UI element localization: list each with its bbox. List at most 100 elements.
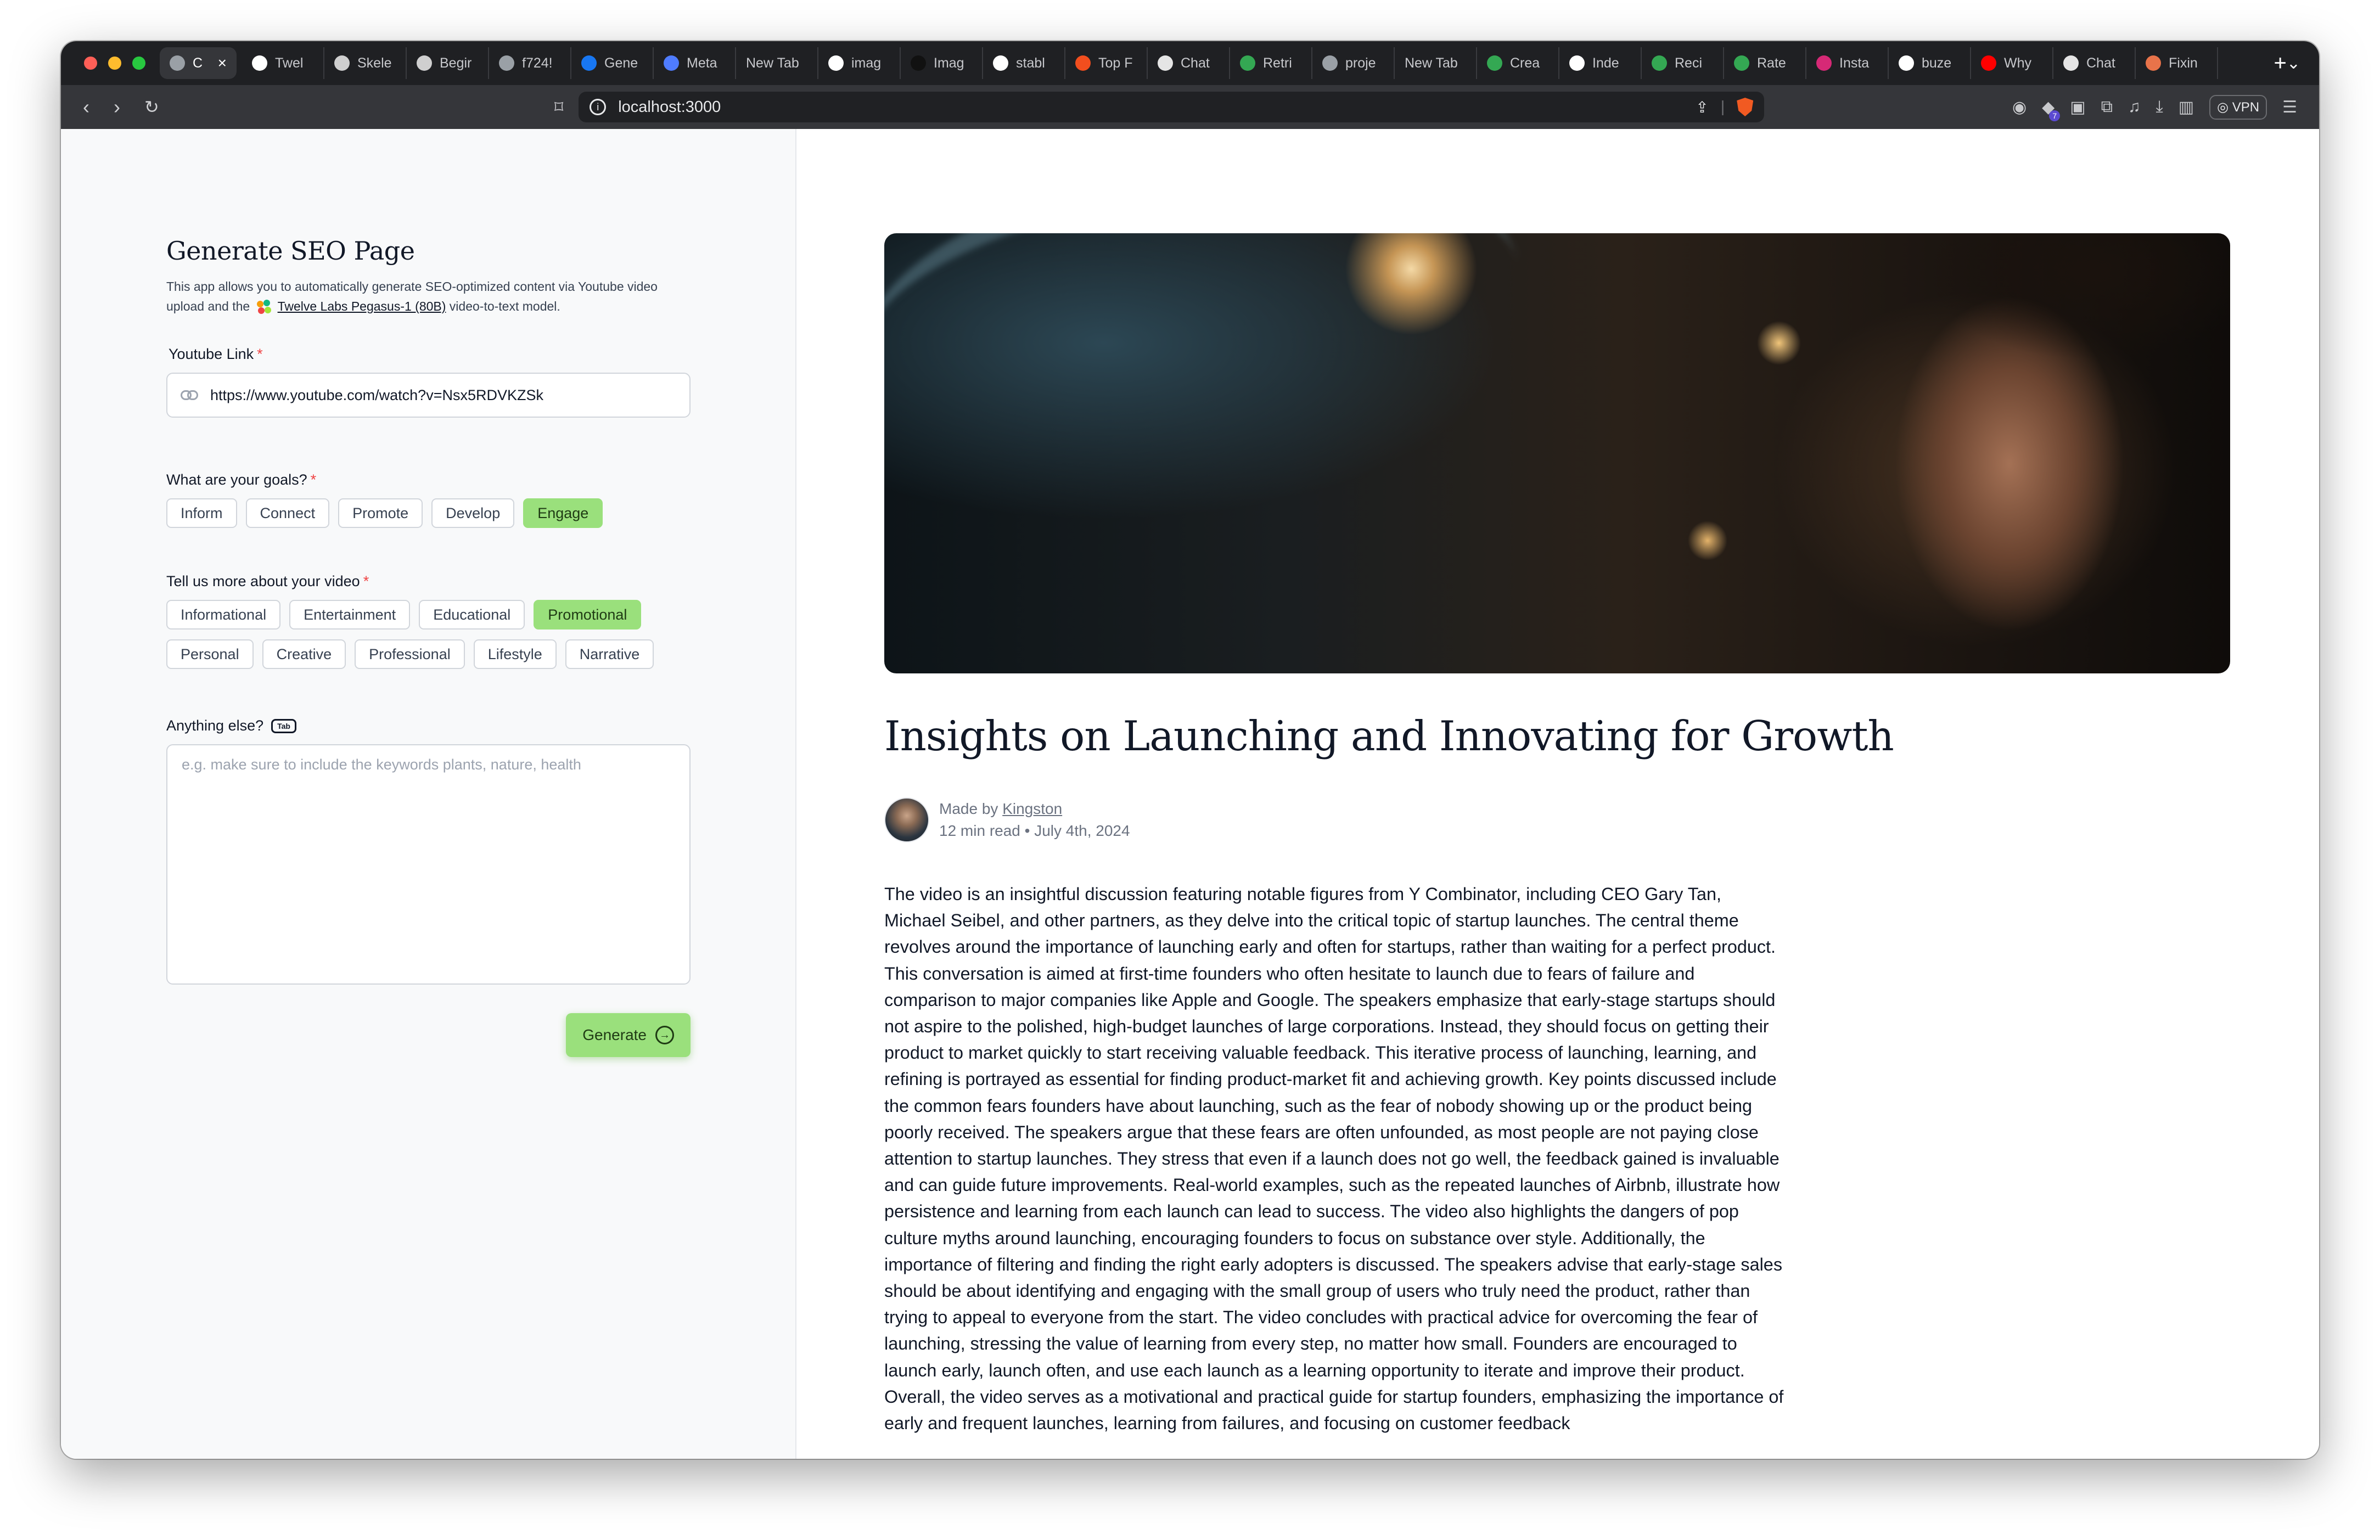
bookmark-icon[interactable]: ⌑ (554, 97, 563, 117)
generate-button[interactable]: Generate → (566, 1013, 691, 1057)
goal-chip[interactable]: Promote (338, 498, 423, 528)
site-info-icon[interactable]: i (590, 99, 607, 115)
goal-chip[interactable]: Inform (166, 498, 237, 528)
browser-tab[interactable]: stabl (983, 47, 1065, 79)
video-type-chip[interactable]: Personal (166, 639, 254, 669)
sidebar-toggle-icon[interactable]: ▥ (2179, 98, 2194, 117)
browser-tab[interactable]: Inde (1559, 47, 1642, 79)
textarea-placeholder: e.g. make sure to include the keywords p… (182, 756, 581, 773)
media-music-icon[interactable]: ♫ (2128, 98, 2141, 116)
google-icon (993, 55, 1008, 71)
youtube-link-input[interactable]: https://www.youtube.com/watch?v=Nsx5RDVK… (166, 373, 691, 418)
extensions-puzzle-icon[interactable]: ⧉ (2101, 98, 2113, 116)
video-type-chip[interactable]: Educational (419, 600, 525, 630)
video-type-chip[interactable]: Creative (262, 639, 346, 669)
back-arrow-icon[interactable]: ‹ (83, 95, 89, 119)
tab-label: New Tab (746, 55, 799, 71)
browser-tab[interactable]: Retri (1230, 47, 1312, 79)
tab-label: Skele (357, 55, 392, 71)
browser-tab[interactable]: Skele (324, 47, 407, 79)
grammar-extension-icon[interactable]: ◉ (2012, 98, 2027, 117)
browser-tab[interactable]: imag (818, 47, 901, 79)
reload-icon[interactable]: ↻ (144, 97, 159, 117)
globe-icon (1322, 55, 1338, 71)
google-icon (1569, 55, 1585, 71)
description-text-after: video-to-text model. (449, 299, 560, 313)
tab-label: Why (2004, 55, 2031, 71)
sparkle-icon (2146, 55, 2161, 71)
article-panel: Insights on Launching and Innovating for… (796, 129, 2319, 1459)
seo-form: Generate SEO Page This app allows you to… (166, 236, 691, 1057)
anything-else-label-text: Anything else? (166, 717, 264, 734)
browser-tab[interactable]: Crea (1477, 47, 1559, 79)
minimize-window-button[interactable] (108, 57, 121, 70)
close-tab-icon[interactable]: × (218, 54, 227, 72)
browser-tab[interactable]: New Tab (736, 47, 818, 79)
video-type-chip[interactable]: Entertainment (289, 600, 411, 630)
goal-chip[interactable]: Develop (431, 498, 515, 528)
video-type-chip[interactable]: Promotional (534, 600, 642, 630)
browser-tab[interactable]: Chat (1148, 47, 1230, 79)
article-title: Insights on Launching and Innovating for… (884, 712, 1894, 760)
video-type-chip[interactable]: Informational (166, 600, 281, 630)
vpn-button[interactable]: ◎ VPN (2209, 94, 2267, 120)
browser-toolbar: ‹ › ↻ ⌑ i localhost:3000 ⇪ | ◉ ◆ 7 ▣ ⧉ ♫ … (61, 85, 2319, 129)
browser-tab[interactable]: f724! (489, 47, 571, 79)
brave-shield-icon[interactable] (1737, 98, 1754, 116)
video-type-chip[interactable]: Lifestyle (473, 639, 557, 669)
share-icon[interactable]: ⇪ (1696, 98, 1708, 116)
circle-icon (664, 55, 679, 71)
author-link[interactable]: Kingston (1002, 800, 1062, 817)
youtube-icon (1981, 55, 1996, 71)
form-description: This app allows you to automatically gen… (166, 277, 691, 316)
url-text: localhost:3000 (618, 98, 721, 116)
pegasus-link[interactable]: Twelve Labs Pegasus-1 (80B) (278, 299, 446, 313)
tab-label: Crea (1510, 55, 1540, 71)
goal-chip[interactable]: Engage (523, 498, 603, 528)
tab-label: Fixin (2169, 55, 2198, 71)
browser-tab[interactable]: buze (1889, 47, 1971, 79)
browser-tab[interactable]: Top F (1065, 47, 1148, 79)
browser-tab[interactable]: Begir (407, 47, 489, 79)
browser-tab[interactable]: Chat (2053, 47, 2136, 79)
browser-tab[interactable]: Reci (1642, 47, 1724, 79)
tab-label: Gene (604, 55, 638, 71)
browser-tab[interactable]: C × (160, 47, 237, 79)
maximize-window-button[interactable] (132, 57, 145, 70)
browser-tab[interactable]: Meta (654, 47, 736, 79)
browser-tab[interactable]: Fixin (2136, 47, 2218, 79)
globe-icon (170, 55, 185, 71)
browser-tab[interactable]: Gene (571, 47, 654, 79)
figma-icon (1075, 55, 1091, 71)
video-type-chip[interactable]: Narrative (565, 639, 654, 669)
ui-icon (334, 55, 350, 71)
video-type-chip[interactable]: Professional (355, 639, 465, 669)
browser-tab[interactable]: Rate (1724, 47, 1806, 79)
goals-label-text: What are your goals? (166, 471, 307, 488)
meta-icon (581, 55, 597, 71)
forward-arrow-icon[interactable]: › (114, 95, 120, 119)
extension-badge-count: 7 (2049, 110, 2061, 121)
browser-tab[interactable]: Twel (242, 47, 324, 79)
form-title: Generate SEO Page (166, 236, 415, 266)
window-controls (84, 57, 145, 70)
goal-chip[interactable]: Connect (245, 498, 330, 528)
youtube-link-label: Youtube Link * (169, 346, 691, 363)
anything-else-textarea[interactable]: e.g. make sure to include the keywords p… (166, 744, 691, 985)
menu-hamburger-icon[interactable]: ☰ (2282, 98, 2297, 117)
browser-tab[interactable]: New Tab (1395, 47, 1477, 79)
browser-window: C × Twel Skele Begir f724! Gene Meta New Tab imag… (61, 41, 2319, 1459)
browser-tab[interactable]: Why (1971, 47, 2053, 79)
new-tab-plus-icon[interactable]: + (2274, 51, 2287, 76)
extension-square-icon[interactable]: ▣ (2070, 98, 2085, 117)
extension-icons: ◉ ◆ 7 ▣ ⧉ ♫ ⤓ ▥ ◎ VPN ☰ (2012, 94, 2297, 121)
extension-badge-icon[interactable]: ◆ 7 (2042, 98, 2061, 121)
close-window-button[interactable] (84, 57, 97, 70)
downloads-icon[interactable]: ⤓ (2156, 98, 2163, 116)
address-bar[interactable]: i localhost:3000 ⇪ | (579, 92, 1765, 122)
tab-overflow-chevron-icon[interactable]: ⌄ (2287, 54, 2300, 73)
browser-tab[interactable]: proje (1312, 47, 1395, 79)
browser-tab[interactable]: Insta (1806, 47, 1889, 79)
openai-icon (1158, 55, 1173, 71)
browser-tab[interactable]: Imag (901, 47, 983, 79)
